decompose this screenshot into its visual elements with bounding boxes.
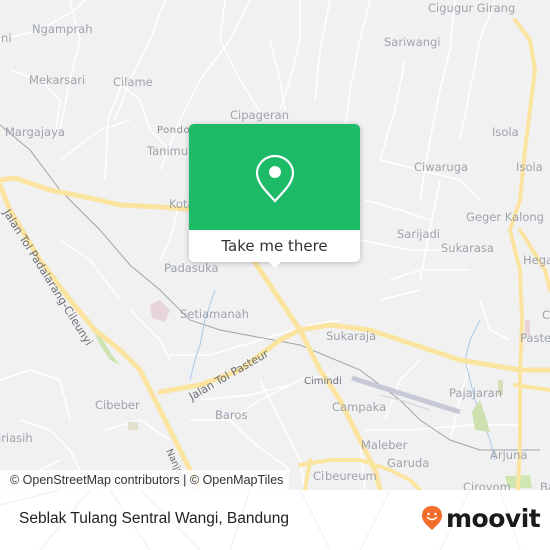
place-label: Ci [313, 469, 325, 483]
place-label: Arjuna [490, 448, 528, 462]
moovit-wordmark: moovit [446, 503, 541, 533]
place-label: Isola [492, 125, 519, 139]
place-label: ani [0, 31, 12, 45]
popup-tail [267, 260, 283, 268]
place-label: Cibeber [95, 398, 140, 412]
take-me-there-button[interactable]: Take me there [189, 230, 360, 262]
place-label: Ciwaruga [414, 160, 469, 174]
popup-header [189, 124, 360, 230]
moovit-logo: moovit [421, 503, 541, 533]
place-label: Pondo [157, 125, 191, 136]
place-label: Ngamprah [32, 22, 93, 36]
place-label: Setiamanah [180, 307, 249, 321]
place-label: Campaka [332, 400, 387, 414]
place-label: Mekarsari [29, 73, 86, 87]
place-label: Cimindi [304, 376, 342, 387]
map-attribution: © OpenStreetMap contributors | © OpenMap… [0, 470, 290, 490]
place-label: Paste [520, 331, 550, 345]
place-label: Isola [516, 160, 543, 174]
place-label: Sukarasa [441, 241, 494, 255]
place-label: Margajaya [5, 125, 65, 139]
place-label: Ciroyom [463, 480, 511, 490]
place-label: Pajajaran [449, 386, 503, 400]
place-label: Ba [540, 480, 550, 490]
map-view[interactable]: Ngamprah ani Mekarsari Cilame Margajaya … [0, 0, 550, 490]
map-pin-icon [255, 154, 295, 203]
place-label: Garuda [387, 456, 430, 470]
place-label: Ci [542, 308, 550, 322]
park-area [472, 400, 490, 432]
place-label: Maleber [361, 438, 408, 452]
place-label: Hega [523, 253, 550, 267]
place-label: Sukaraja [326, 329, 377, 343]
place-label: Sarijadi [397, 227, 441, 241]
river [189, 289, 216, 381]
moovit-pin-icon [422, 506, 442, 530]
place-label: Cigugur Girang [428, 1, 516, 15]
place-label: Geger Kalong [466, 210, 544, 224]
place-label: Padasuka [164, 261, 219, 275]
place-label: Cilame [113, 75, 153, 89]
place-label: Cipageran [230, 108, 290, 122]
place-label: Baros [215, 408, 248, 422]
footer-bar: Seblak Tulang Sentral Wangi, Bandung moo… [0, 490, 550, 550]
landuse-area [150, 300, 170, 322]
place-label: beureum [325, 469, 377, 483]
place-label: iriasih [0, 431, 33, 445]
place-label: Sariwangi [384, 35, 441, 49]
location-title: Seblak Tulang Sentral Wangi, Bandung [19, 510, 289, 527]
place-label: Tanimul [147, 144, 192, 158]
take-me-there-popup[interactable]: Take me there [189, 124, 360, 268]
